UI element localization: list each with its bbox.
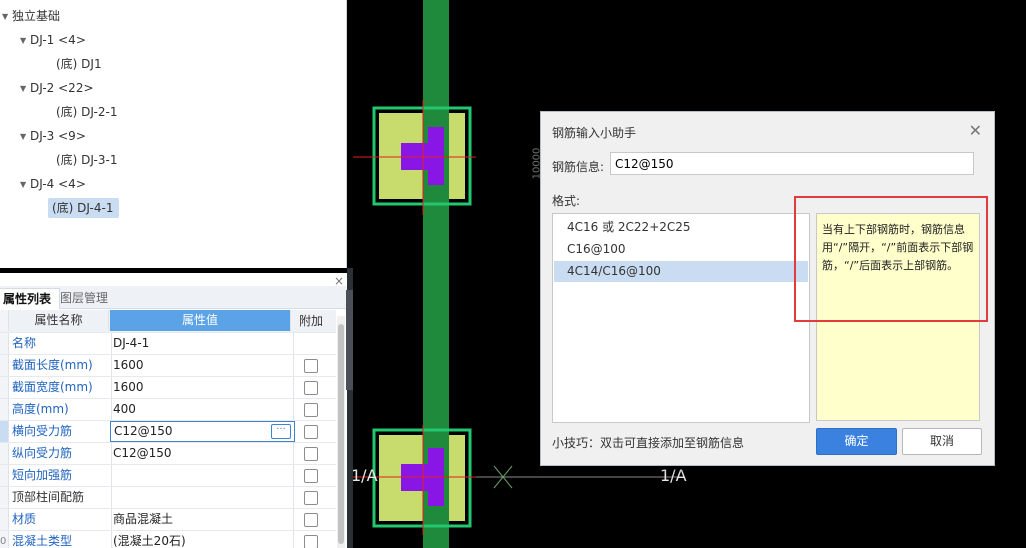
extra-checkbox[interactable] xyxy=(304,381,318,395)
properties-panel: × 属性列表 图层管理 属性名称 属性值 附加 名称 DJ-4-1 截面长度(m… xyxy=(0,273,348,548)
collapse-arrow-icon[interactable]: ▼ xyxy=(20,79,30,99)
scrollbar-thumb[interactable] xyxy=(338,324,344,544)
property-value[interactable]: DJ-4-1 xyxy=(110,333,294,354)
property-name: 顶部柱间配筋 xyxy=(9,487,112,508)
axis-label: 1/A xyxy=(353,466,378,485)
tree-item-dj3[interactable]: ▼ DJ-3 <9> xyxy=(20,126,86,146)
tree-item-dj2-bottom[interactable]: (底) DJ-2-1 xyxy=(56,102,117,122)
extra-checkbox[interactable] xyxy=(304,513,318,527)
table-row[interactable]: 材质 商品混凝土 xyxy=(0,509,336,531)
dialog-title: 钢筋输入小助手 xyxy=(552,126,637,140)
column-header-extra[interactable]: 附加 xyxy=(292,310,330,331)
format-label: 格式: xyxy=(552,194,581,208)
property-value[interactable] xyxy=(110,465,294,486)
more-icon[interactable]: ··· xyxy=(271,424,291,439)
property-name: 混凝土类型 xyxy=(9,531,112,548)
tree-item-label: (底) DJ-4-1 xyxy=(52,201,114,215)
tree-item-dj2[interactable]: ▼ DJ-2 <22> xyxy=(20,78,94,98)
rebar-input-dialog: 钢筋输入小助手 ✕ 钢筋信息: 格式: 4C16 或 2C22+2C25 C16… xyxy=(540,111,995,466)
extra-checkbox[interactable] xyxy=(304,359,318,373)
column-header-name[interactable]: 属性名称 xyxy=(9,310,109,331)
tree-item-dj1[interactable]: ▼ DJ-1 <4> xyxy=(20,30,86,50)
table-row[interactable]: 纵向受力筋 C12@150 xyxy=(0,443,336,465)
format-item[interactable]: C16@100 xyxy=(554,239,808,260)
table-row[interactable]: 0 混凝土类型 (混凝土20石) xyxy=(0,531,336,548)
extra-checkbox[interactable] xyxy=(304,469,318,483)
tab-layer-management[interactable]: 图层管理 xyxy=(52,288,116,308)
extra-checkbox[interactable] xyxy=(304,425,318,439)
tree-item-label: 独立基础 xyxy=(12,9,61,23)
cancel-button[interactable]: 取消 xyxy=(902,428,982,455)
tree-item-label: DJ-3 <9> xyxy=(30,129,86,143)
tree-item-label: (底) DJ-2-1 xyxy=(56,105,118,119)
extra-checkbox[interactable] xyxy=(304,447,318,461)
tree-item-label: (底) DJ1 xyxy=(56,57,102,71)
tree-item-label: DJ-2 <22> xyxy=(30,81,94,95)
grid-header: 属性名称 属性值 附加 xyxy=(0,310,336,333)
extra-checkbox[interactable] xyxy=(304,535,318,548)
properties-scrollbar[interactable] xyxy=(337,316,345,548)
property-name: 材质 xyxy=(9,509,112,530)
property-name: 纵向受力筋 xyxy=(9,443,112,464)
rebar-info-input[interactable] xyxy=(610,152,974,175)
property-name: 横向受力筋 xyxy=(9,421,112,442)
axis-label: 1/A xyxy=(660,466,687,485)
property-name: 短向加强筋 xyxy=(9,465,112,486)
table-row[interactable]: 顶部柱间配筋 xyxy=(0,487,336,509)
property-value[interactable]: 商品混凝土 xyxy=(110,509,294,530)
property-value[interactable] xyxy=(110,487,294,508)
format-list[interactable]: 4C16 或 2C22+2C25 C16@100 4C14/C16@100 xyxy=(552,213,810,423)
tree-item-root[interactable]: ▼ 独立基础 xyxy=(2,6,60,26)
table-row[interactable]: 短向加强筋 xyxy=(0,465,336,487)
tip-text: 小技巧：双击可直接添加至钢筋信息 xyxy=(552,436,745,450)
tree-item-label: (底) DJ-3-1 xyxy=(56,153,118,167)
rebar-stem-top xyxy=(428,127,444,185)
table-row[interactable]: 横向受力筋 C12@150 ··· xyxy=(0,421,336,443)
property-name: 截面宽度(mm) xyxy=(9,377,112,398)
table-row[interactable]: 高度(mm) 400 xyxy=(0,399,336,421)
property-name: 截面长度(mm) xyxy=(9,355,112,376)
extra-checkbox[interactable] xyxy=(304,403,318,417)
extra-checkbox[interactable] xyxy=(304,491,318,505)
tree-item-label: DJ-1 <4> xyxy=(30,33,86,47)
properties-tabs: 属性列表 图层管理 xyxy=(0,286,348,309)
table-row[interactable]: 名称 DJ-4-1 xyxy=(0,333,336,355)
property-grid: 属性名称 属性值 附加 名称 DJ-4-1 截面长度(mm) 1600 截面宽度… xyxy=(0,310,336,548)
property-value[interactable]: 400 xyxy=(110,399,294,420)
property-name: 名称 xyxy=(9,333,112,354)
component-tree: ▼ 独立基础 ▼ DJ-1 <4> (底) DJ1 ▼ DJ-2 <22> (底) D… xyxy=(0,0,347,268)
ok-button[interactable]: 确定 xyxy=(816,428,897,455)
highlight-frame xyxy=(794,196,988,322)
close-icon[interactable]: ✕ xyxy=(969,121,982,140)
rebar-info-label: 钢筋信息: xyxy=(552,160,605,174)
format-item[interactable]: 4C16 或 2C22+2C25 xyxy=(554,217,808,238)
tree-item-dj4-bottom[interactable]: (底) DJ-4-1 xyxy=(48,198,120,218)
tree-item-label: DJ-4 <4> xyxy=(30,177,86,191)
property-value[interactable]: 1600 xyxy=(110,355,294,376)
property-value-text[interactable]: C12@150 xyxy=(114,424,173,438)
property-value[interactable]: (混凝土20石) xyxy=(110,531,294,548)
table-row[interactable]: 截面宽度(mm) 1600 xyxy=(0,377,336,399)
tree-item-dj1-bottom[interactable]: (底) DJ1 xyxy=(56,54,102,74)
property-value[interactable]: 1600 xyxy=(110,377,294,398)
table-row[interactable]: 截面长度(mm) 1600 xyxy=(0,355,336,377)
splitter-handle[interactable] xyxy=(346,290,353,390)
collapse-arrow-icon[interactable]: ▼ xyxy=(20,31,30,51)
property-value[interactable]: C12@150 xyxy=(110,443,294,464)
tab-property-list[interactable]: 属性列表 xyxy=(0,288,61,309)
format-item-selected[interactable]: 4C14/C16@100 xyxy=(554,261,808,282)
collapse-arrow-icon[interactable]: ▼ xyxy=(20,175,30,195)
property-name: 高度(mm) xyxy=(9,399,112,420)
tree-item-dj3-bottom[interactable]: (底) DJ-3-1 xyxy=(56,150,117,170)
collapse-arrow-icon[interactable]: ▼ xyxy=(20,127,30,147)
column-header-value[interactable]: 属性值 xyxy=(110,310,291,331)
property-value-editing[interactable]: C12@150 ··· xyxy=(110,421,295,442)
collapse-arrow-icon[interactable]: ▼ xyxy=(2,7,12,27)
tree-item-dj4[interactable]: ▼ DJ-4 <4> xyxy=(20,174,86,194)
